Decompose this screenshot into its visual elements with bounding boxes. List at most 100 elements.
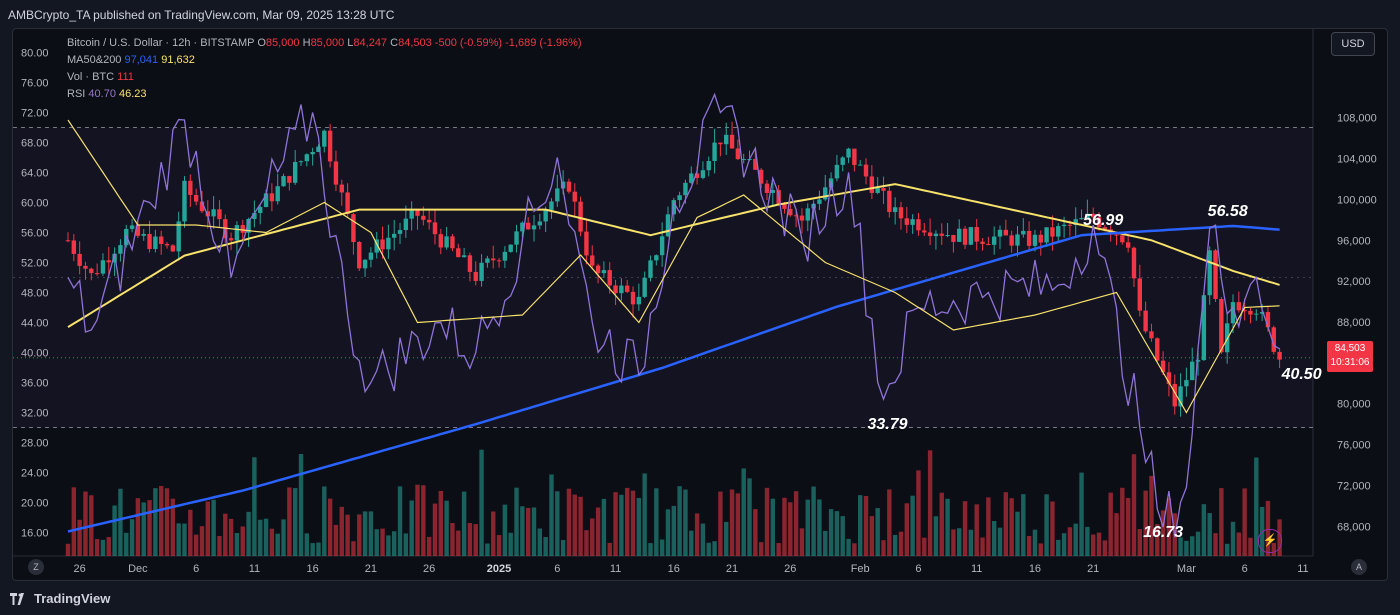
candle-body	[438, 234, 443, 248]
tradingview-logo[interactable]: TradingView	[10, 591, 110, 606]
volume-bar	[426, 536, 432, 556]
candle-body	[141, 233, 146, 236]
volume-bar	[1224, 543, 1230, 556]
rsi-annotation: 56.99	[1083, 212, 1123, 229]
candle-body	[193, 194, 199, 202]
time-axis-tick: 26	[423, 563, 435, 575]
legend-vol-row[interactable]: Vol · BTC 111	[67, 69, 582, 86]
candle-body	[322, 130, 327, 147]
candle-body	[170, 245, 176, 252]
candle-body	[525, 222, 531, 230]
candle-body	[578, 201, 583, 232]
volume-bar	[217, 535, 222, 556]
zoom-reset-button[interactable]: Z	[28, 559, 44, 575]
volume-bar	[351, 541, 356, 556]
volume-bar	[578, 496, 583, 556]
volume-bar	[875, 508, 880, 556]
price-chart-svg[interactable]: 80.00 76.00 72.00 68.00 64.00 60.00 56.00 52.00…	[13, 29, 1387, 580]
volume-bar	[758, 542, 764, 556]
rsi-axis-tick: 16.00	[21, 528, 49, 540]
candle-body	[508, 244, 513, 252]
candle-body	[555, 188, 560, 202]
volume-bar	[904, 503, 909, 556]
candle-body	[386, 237, 391, 250]
candle-body	[182, 180, 187, 222]
time-axis-tick: 21	[726, 563, 738, 575]
volume-bar	[403, 533, 409, 556]
candle-body	[83, 265, 88, 269]
volume-bar	[555, 491, 560, 556]
volume-bar	[1026, 535, 1032, 556]
volume-bar	[590, 518, 595, 556]
volume-bar	[753, 509, 758, 556]
candle-body	[595, 265, 601, 274]
candle-body	[916, 219, 921, 231]
volume-bar	[764, 487, 770, 556]
volume-bar	[543, 537, 548, 556]
volume-bar	[788, 502, 793, 556]
volume-bar	[444, 500, 449, 556]
rsi-axis-tick: 60.00	[21, 198, 49, 210]
volume-bar	[852, 543, 857, 556]
candle-body	[1061, 224, 1067, 227]
volume-bar	[129, 519, 135, 556]
volume-bar	[467, 522, 473, 556]
candle-body	[485, 258, 490, 263]
volume-bar	[240, 526, 245, 556]
candle-body	[491, 258, 496, 261]
volume-bar	[188, 509, 193, 556]
volume-bar	[636, 497, 642, 556]
volume-bar	[642, 473, 647, 556]
volume-bar	[776, 543, 781, 556]
candle-body	[980, 241, 985, 244]
volume-bar	[770, 498, 776, 556]
candle-body	[176, 221, 181, 252]
volume-bar	[968, 529, 974, 556]
volume-bar	[700, 523, 706, 556]
candle-body	[1236, 302, 1242, 311]
candle-body	[281, 176, 286, 187]
legend-ma-row[interactable]: MA50&200 97,041 91,632	[67, 52, 582, 69]
volume-bar	[508, 532, 513, 556]
volume-bar	[537, 528, 543, 556]
high-value: 85,000	[310, 37, 345, 49]
rsi-ma-value: 46.23	[119, 88, 147, 100]
volume-bar	[106, 537, 111, 556]
volume-bar	[1073, 523, 1078, 556]
volume-bar	[945, 498, 950, 556]
volume-bar	[1149, 475, 1154, 556]
tradingview-logo-icon	[10, 592, 24, 605]
time-axis-tick: 16	[668, 563, 680, 575]
candle-body	[1026, 230, 1032, 246]
candle-body	[572, 191, 577, 202]
time-axis-tick: Dec	[128, 563, 148, 575]
rsi-annotation: 56.58	[1208, 203, 1248, 220]
volume-bar	[223, 513, 228, 556]
volume-bar	[974, 504, 979, 556]
time-axis-tick: 16	[1029, 563, 1041, 575]
rsi-axis-tick: 48.00	[21, 288, 49, 300]
volume-bar	[153, 488, 158, 556]
lightning-icon[interactable]: ⚡	[1258, 529, 1282, 553]
volume-bar	[887, 489, 892, 556]
volume-bar	[176, 523, 181, 556]
volume-bar	[799, 528, 805, 556]
volume-bar	[566, 488, 572, 556]
candle-body	[543, 209, 548, 222]
candle-body	[858, 164, 863, 166]
volume-bar	[71, 487, 77, 556]
candle-body	[712, 142, 717, 161]
auto-scale-button[interactable]: A	[1351, 559, 1367, 575]
legend-rsi-row[interactable]: RSI 40.70 46.23	[67, 86, 582, 103]
volume-bar	[100, 539, 106, 556]
candle-body	[648, 260, 653, 278]
candle-body	[619, 285, 624, 294]
currency-button[interactable]: USD	[1331, 32, 1375, 56]
candle-body	[479, 262, 484, 281]
volume-bar	[1219, 488, 1224, 556]
volume-bar	[415, 484, 420, 556]
volume-bar	[718, 491, 723, 556]
volume-bar	[601, 498, 607, 556]
volume-bar	[310, 543, 315, 556]
chart-panel[interactable]: 80.00 76.00 72.00 68.00 64.00 60.00 56.00 52.00…	[12, 28, 1388, 581]
